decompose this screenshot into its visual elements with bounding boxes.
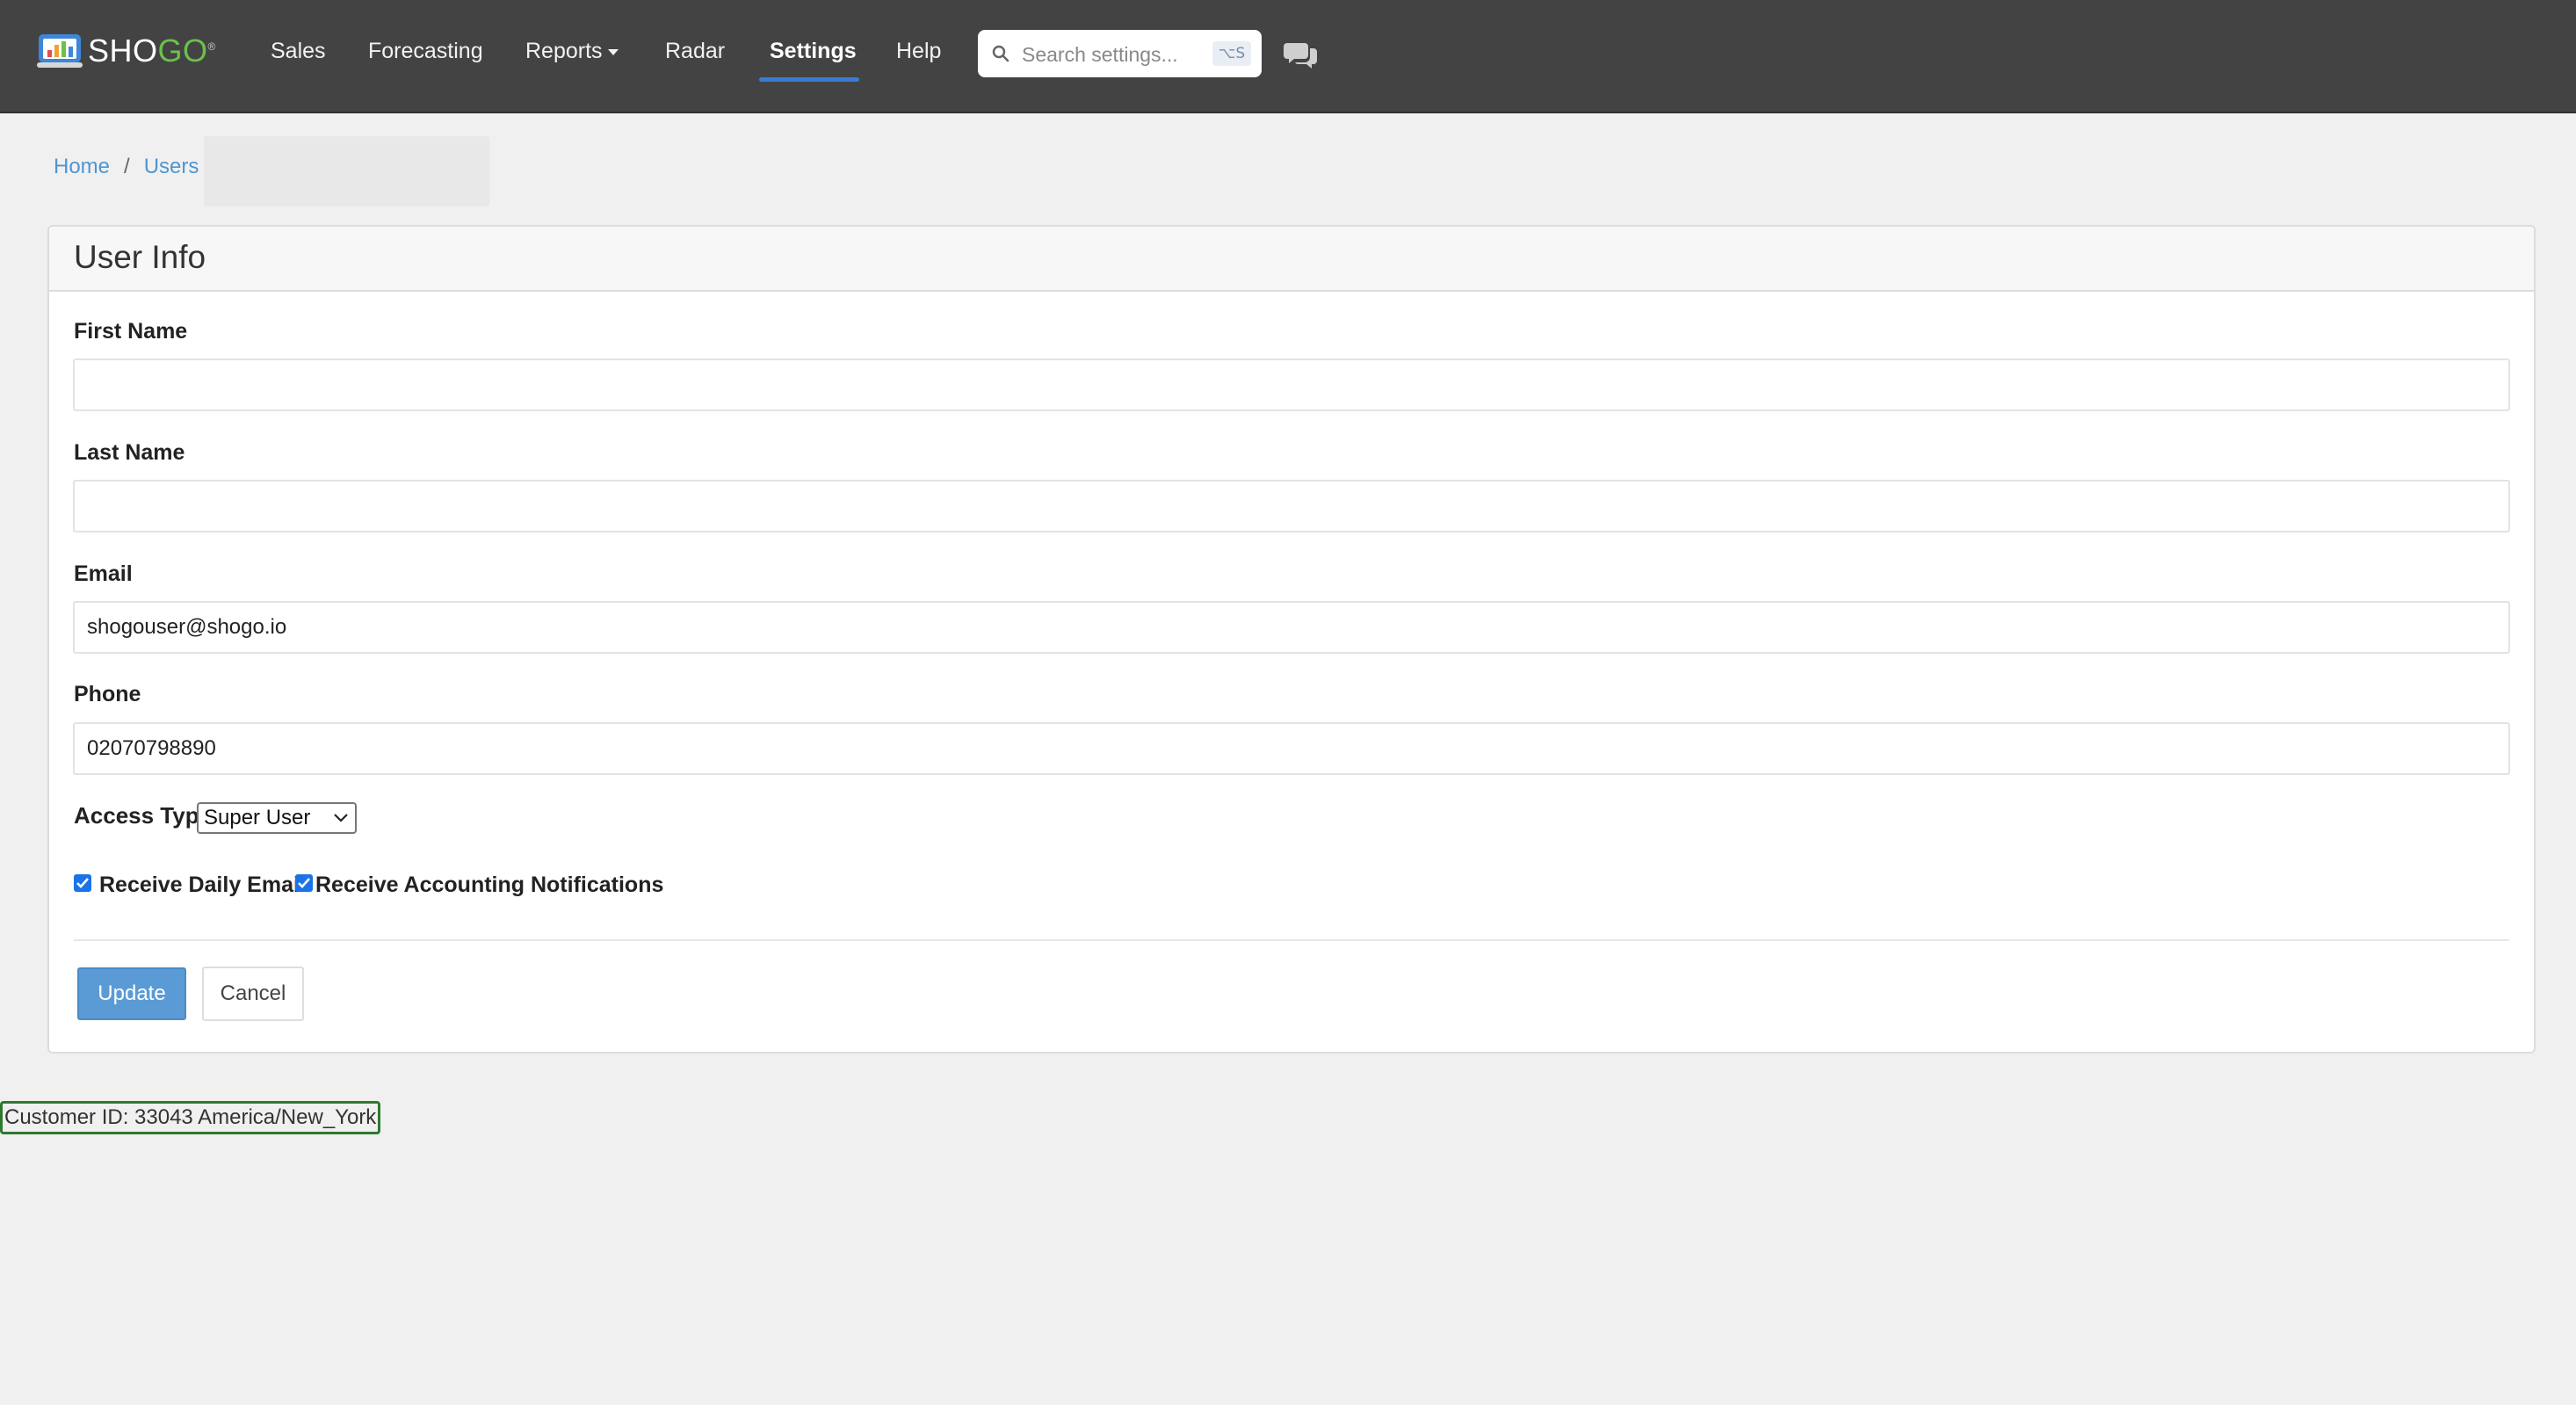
daily-email-checkbox[interactable] — [74, 874, 91, 892]
chevron-down-icon — [334, 814, 348, 822]
first-name-label: First Name — [74, 319, 188, 344]
last-name-input[interactable] — [73, 480, 2510, 532]
search-icon — [992, 45, 1009, 62]
logo-chart-icon — [37, 34, 83, 68]
breadcrumb-current-placeholder — [204, 136, 489, 206]
chevron-down-icon — [607, 48, 619, 55]
daily-email-label[interactable]: Receive Daily Email — [99, 873, 306, 898]
nav-help[interactable]: Help — [896, 39, 941, 64]
update-button[interactable]: Update — [77, 967, 186, 1020]
customer-id-label: Customer ID: 33043 America/New_York — [0, 1101, 381, 1134]
search-shortcut-badge: ⌥S — [1212, 41, 1251, 66]
nav-forecasting[interactable]: Forecasting — [368, 39, 483, 64]
search-input[interactable] — [1020, 37, 1217, 72]
phone-input[interactable] — [73, 722, 2510, 775]
access-type-selected-value: Super User — [204, 806, 311, 829]
card-header: User Info — [49, 227, 2534, 292]
form-divider — [74, 939, 2509, 941]
breadcrumb: Home / Users — [54, 155, 199, 179]
nav-settings[interactable]: Settings — [770, 39, 857, 64]
phone-label: Phone — [74, 682, 141, 706]
accounting-notifications-checkbox[interactable] — [295, 874, 313, 892]
email-input[interactable] — [73, 601, 2510, 654]
breadcrumb-users-link[interactable]: Users — [144, 155, 199, 178]
access-type-label: Access Type — [74, 802, 213, 829]
nav-reports-label: Reports — [525, 39, 603, 63]
email-label: Email — [74, 561, 133, 586]
breadcrumb-separator: / — [124, 155, 130, 178]
accounting-notifications-label[interactable]: Receive Accounting Notifications — [315, 873, 663, 898]
active-tab-indicator — [759, 77, 859, 82]
first-name-input[interactable] — [73, 358, 2510, 411]
top-navbar: SHOGO® Sales Forecasting Reports Radar S… — [0, 0, 2576, 113]
chat-icon[interactable] — [1284, 40, 1319, 69]
nav-radar[interactable]: Radar — [665, 39, 725, 64]
last-name-label: Last Name — [74, 440, 185, 465]
card-title: User Info — [74, 239, 206, 275]
access-type-select[interactable]: Super User — [197, 802, 357, 834]
nav-reports[interactable]: Reports — [525, 39, 619, 64]
logo-wordmark: SHOGO® — [88, 33, 216, 69]
nav-sales[interactable]: Sales — [271, 39, 326, 64]
logo-text-go: GO — [157, 33, 208, 69]
cancel-button[interactable]: Cancel — [202, 967, 304, 1021]
logo-text-sho: SHO — [88, 33, 158, 69]
check-icon — [298, 878, 310, 888]
logo-registered-mark: ® — [207, 40, 216, 53]
shogo-logo[interactable]: SHOGO® — [37, 30, 216, 72]
check-icon — [76, 878, 89, 888]
breadcrumb-home-link[interactable]: Home — [54, 155, 110, 178]
